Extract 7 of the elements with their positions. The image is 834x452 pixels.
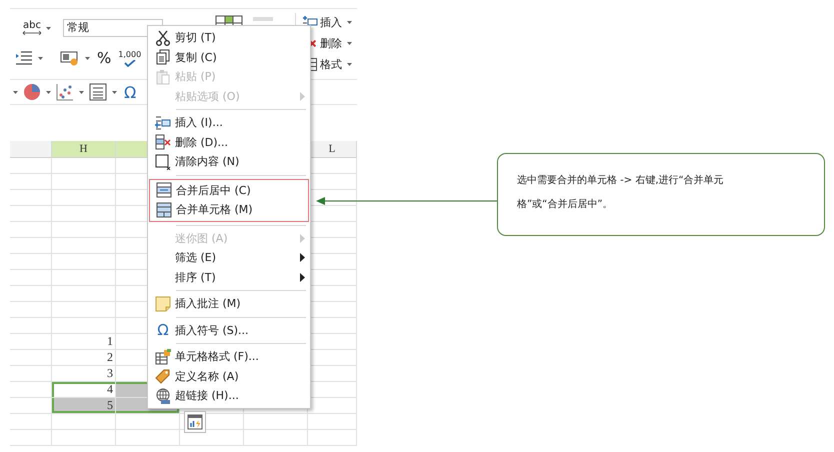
table-cell: 1 [52, 334, 116, 350]
callout-text: 选中需要合并的单元格 -> 右键,进行“合并单元格”或“合并后居中”。 [517, 174, 725, 212]
table-cell: 3 [52, 366, 116, 382]
table-cell: 5 [52, 398, 116, 414]
omega-icon: Ω [157, 322, 169, 338]
table-cell: 4 [52, 382, 116, 398]
table-cell: 2 [52, 350, 116, 366]
